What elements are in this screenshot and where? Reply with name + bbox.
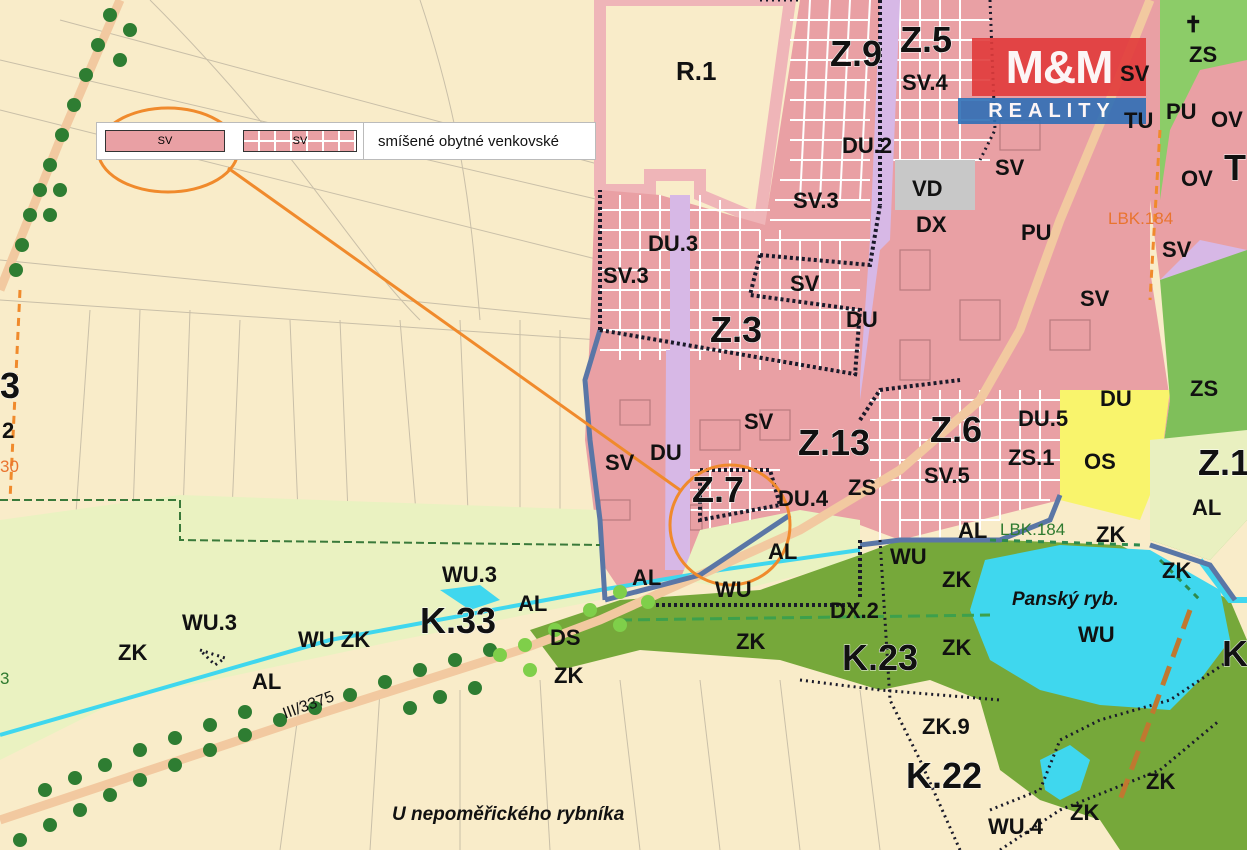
- label-lbk184-top: LBK.184: [1108, 209, 1174, 228]
- legend-text: smíšené obytné venkovské: [378, 132, 559, 150]
- legend-swatch-filled: SV: [105, 130, 225, 152]
- label-sv4: SV.4: [902, 70, 948, 95]
- label-z3: Z.3: [709, 309, 763, 350]
- label-lbk184-mid: LBK.184: [1000, 520, 1066, 539]
- label-z13: Z.13: [797, 422, 871, 463]
- label-zs-top: ZS: [1189, 42, 1218, 67]
- label-sv-r2: SV: [1162, 237, 1192, 262]
- label-du5: DU.5: [1018, 406, 1069, 431]
- label-edge-3: 3: [0, 365, 21, 406]
- label-zk-b2: ZK: [1146, 769, 1176, 794]
- label-zk-r2: ZK: [1162, 558, 1192, 583]
- legend-box: SV SV smíšené obytné venkovské: [96, 122, 596, 160]
- label-pu-top: PU: [1166, 99, 1197, 124]
- label-ds: DS: [550, 625, 581, 650]
- label-ov2: OV: [1181, 166, 1213, 191]
- label-zs-mid: ZS: [848, 475, 877, 500]
- label-edge-3b: 3: [0, 669, 10, 688]
- label-sv5: SV.5: [924, 463, 970, 488]
- label-al-mid: AL: [768, 539, 798, 564]
- label-k-edge: K: [1222, 633, 1247, 674]
- label-z6: Z.6: [929, 409, 983, 450]
- label-sv3-left: SV.3: [603, 263, 649, 288]
- label-sv-r3: SV: [1080, 286, 1110, 311]
- label-zk-r1: ZK: [1096, 522, 1126, 547]
- label-wu-mid: WU: [890, 544, 927, 569]
- label-wu3-b: WU.3: [182, 610, 237, 635]
- label-k33: K.33: [419, 600, 497, 641]
- label-sv-small: SV: [790, 271, 820, 296]
- label-z5: Z.5: [899, 19, 953, 60]
- label-du-mid: DU: [846, 307, 878, 332]
- label-pond-name: Panský ryb.: [1012, 589, 1119, 610]
- label-wu4: WU.4: [988, 814, 1043, 839]
- label-sv-center: SV: [744, 409, 774, 434]
- label-edge-30: 30: [0, 457, 19, 476]
- label-zk-b1: ZK: [1070, 800, 1100, 825]
- label-pond-wu: WU: [1078, 622, 1115, 647]
- label-wu-s: WU: [715, 577, 752, 602]
- label-zs1: ZS.1: [1008, 445, 1055, 470]
- label-edge-2: 2: [2, 418, 15, 443]
- label-vd: VD: [912, 176, 943, 201]
- label-du3: DU.3: [648, 231, 699, 256]
- label-zk-r3: ZK: [942, 567, 972, 592]
- label-du2: DU.2: [842, 133, 893, 158]
- label-zk-l2: ZK: [554, 663, 584, 688]
- label-du4: DU.4: [778, 486, 829, 511]
- label-tu: TU: [1124, 108, 1154, 133]
- label-sv3-top: SV.3: [793, 188, 839, 213]
- label-zk-l1: ZK: [118, 640, 148, 665]
- label-ov1: OV: [1211, 107, 1243, 132]
- label-zk9: ZK.9: [922, 714, 970, 739]
- legend-separator: [363, 123, 364, 159]
- label-z7: Z.7: [691, 469, 745, 510]
- label-zs-right: ZS: [1190, 376, 1219, 401]
- label-pu-mid: PU: [1021, 220, 1052, 245]
- label-zk-l3: ZK: [736, 629, 766, 654]
- label-zk-c1: ZK: [942, 635, 972, 660]
- label-sv-top-right: SV: [1120, 61, 1150, 86]
- label-z1-edge: Z.1: [1197, 442, 1247, 483]
- label-os: OS: [1084, 449, 1116, 474]
- label-wu-zk: WU ZK: [298, 627, 371, 652]
- label-du-right: DU: [1100, 386, 1132, 411]
- label-r1: R.1: [676, 56, 717, 86]
- label-t-edge: T: [1224, 147, 1247, 188]
- label-dx2: DX.2: [830, 598, 879, 623]
- label-dx: DX: [916, 212, 947, 237]
- label-al-edge: AL: [1192, 495, 1222, 520]
- label-al-right: AL: [958, 518, 988, 543]
- label-k22: K.22: [905, 755, 983, 796]
- label-al-l2: AL: [632, 565, 662, 590]
- legend-swatch-hatched: SV: [243, 130, 357, 152]
- label-wu3-a: WU.3: [442, 562, 497, 587]
- label-al-l3: AL: [252, 669, 282, 694]
- label-place-name: U nepoměřického rybníka: [392, 804, 625, 825]
- church-cross-icon: ✝: [1184, 12, 1203, 37]
- zoning-map: SV SV smíšené obytné venkovské M&M REALI…: [0, 0, 1247, 850]
- logo-sub-text: REALITY: [958, 98, 1146, 124]
- label-sv-left: SV: [605, 450, 635, 475]
- label-z9: Z.9: [829, 33, 883, 74]
- label-k23: K.23: [841, 637, 919, 678]
- label-sv-r1: SV: [995, 155, 1025, 180]
- label-al-l1: AL: [518, 591, 548, 616]
- label-du-lower: DU: [650, 440, 682, 465]
